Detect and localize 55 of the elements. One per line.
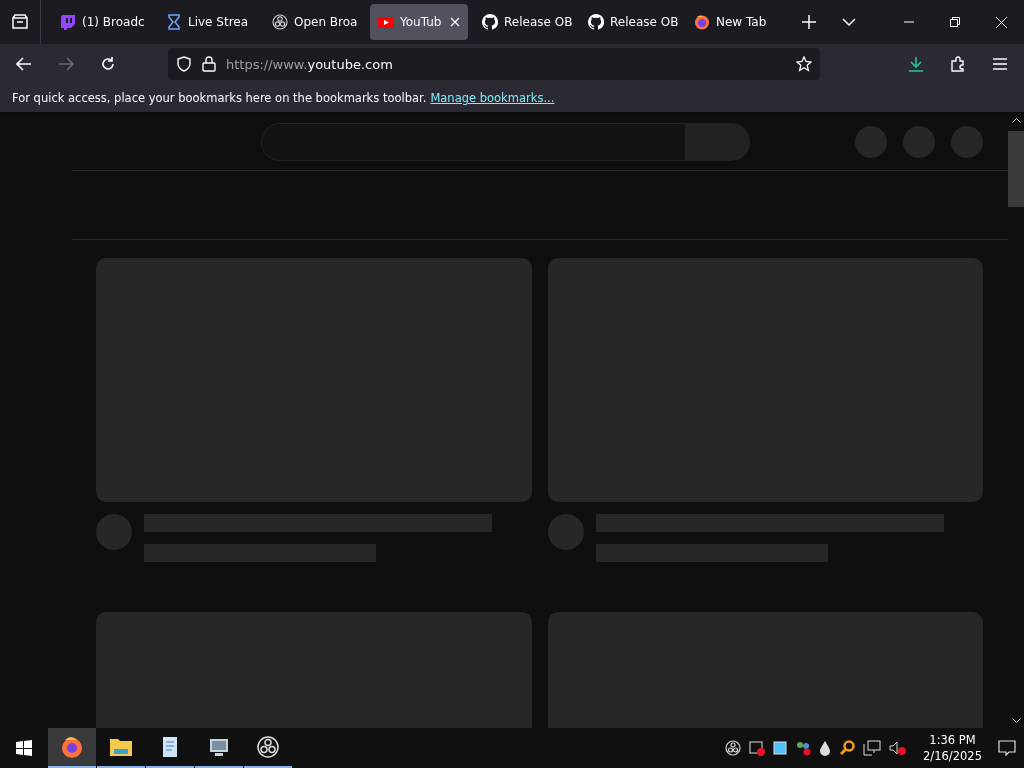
hourglass-icon: [166, 14, 182, 30]
star-icon[interactable]: [796, 56, 812, 72]
twitch-glyph-icon: [60, 14, 76, 30]
menu-icon: [993, 58, 1007, 70]
github-cat-icon: [482, 14, 498, 30]
chevron-down-icon: [842, 18, 856, 26]
update-icon[interactable]: [749, 740, 766, 756]
scroll-up-icon: [1011, 117, 1021, 123]
avatar-placeholder: [903, 125, 935, 158]
browser-tab[interactable]: YouTub: [370, 4, 468, 40]
url-text: https://www.youtube.com: [226, 56, 394, 72]
obs-icon: [256, 735, 280, 759]
github-cat-icon: [588, 14, 604, 30]
network-icon[interactable]: [863, 740, 882, 756]
back-arrow-icon: [16, 57, 32, 71]
notification-icon[interactable]: [998, 740, 1016, 756]
reload-icon: [100, 56, 116, 72]
firefox-icon: [694, 14, 710, 30]
manage-bookmarks-link[interactable]: Manage bookmarks...: [430, 91, 555, 105]
bookmarks-message: For quick access, place your bookmarks here on the bookmarks toolbar.: [12, 91, 427, 105]
browser-tab[interactable]: Release OB: [580, 4, 680, 40]
droplet-icon[interactable]: [819, 740, 832, 756]
browser-tab[interactable]: New Tab: [686, 4, 786, 40]
browser-tab[interactable]: Live Strea: [158, 4, 258, 40]
firefox-icon: [60, 735, 84, 759]
obs-icon: [272, 14, 288, 30]
close-icon: [995, 16, 1007, 28]
address-bar[interactable]: https://www.youtube.com: [168, 48, 820, 80]
clock[interactable]: 1:36 PM 2/16/2025: [923, 732, 982, 764]
plus-icon: [802, 15, 816, 29]
play-button-icon: [378, 14, 394, 30]
restore-icon: [950, 17, 960, 27]
windows-logo-icon: [16, 740, 32, 756]
close-icon: [450, 17, 460, 27]
scrollbar-thumb[interactable]: [1008, 131, 1024, 207]
window-icon[interactable]: [773, 741, 788, 755]
download-icon: [908, 56, 924, 72]
avatar-placeholder: [951, 125, 983, 158]
lock-icon: [202, 56, 216, 72]
browser-tab[interactable]: Release OB: [474, 4, 574, 40]
obs-icon[interactable]: [725, 740, 742, 756]
magnifier-icon[interactable]: [839, 740, 856, 756]
avatar-placeholder: [548, 514, 584, 550]
minimize-icon: [904, 21, 914, 23]
avatar-placeholder: [855, 125, 887, 158]
browser-tab[interactable]: (1) Broadc: [52, 4, 152, 40]
scroll-down-icon: [1011, 718, 1021, 724]
puzzle-icon: [950, 56, 966, 72]
browser-tab[interactable]: Open Broa: [264, 4, 364, 40]
forward-arrow-icon: [58, 57, 74, 71]
shield-icon: [176, 56, 192, 72]
avatar-placeholder: [96, 514, 132, 550]
speaker-muted-icon[interactable]: [889, 740, 908, 756]
network-people-icon[interactable]: [795, 740, 812, 756]
tray-icon: [11, 14, 29, 30]
